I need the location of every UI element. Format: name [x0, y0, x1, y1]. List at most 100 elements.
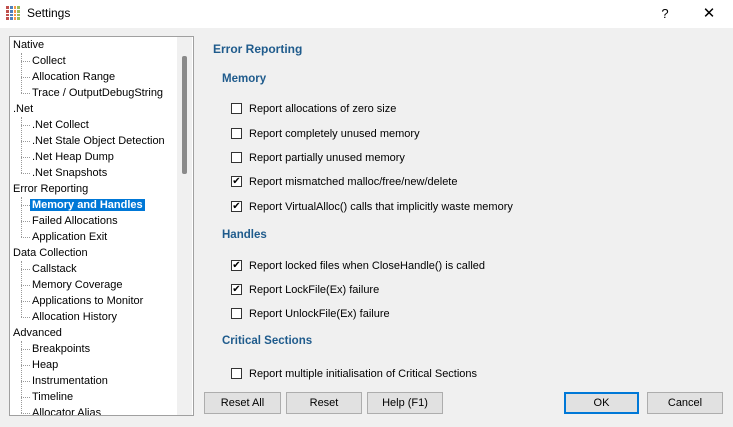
tree-connector — [21, 381, 30, 382]
tree-item[interactable]: Trace / OutputDebugString — [32, 85, 163, 101]
window-title: Settings — [27, 6, 71, 20]
tree-connector — [21, 261, 22, 317]
checkbox-checked[interactable]: ✔ — [231, 284, 242, 295]
section-heading: Handles — [222, 229, 267, 241]
tree-item[interactable]: Instrumentation — [32, 373, 108, 389]
tree-item[interactable]: .Net Stale Object Detection — [32, 133, 165, 149]
cancel-button[interactable]: Cancel — [647, 392, 723, 414]
reset-button[interactable]: Reset — [286, 392, 362, 414]
tree-item-label: Allocation History — [32, 311, 117, 323]
help-button[interactable]: Help (F1) — [367, 392, 443, 414]
tree-item[interactable]: Allocation Range — [32, 69, 115, 85]
tree-connector — [21, 125, 30, 126]
help-icon[interactable]: ? — [655, 4, 675, 24]
tree-item[interactable]: Memory and Handles — [30, 197, 145, 213]
scrollbar-thumb[interactable] — [182, 56, 187, 174]
tree-item[interactable]: Timeline — [32, 389, 73, 405]
panel-title: Error Reporting — [213, 42, 303, 56]
tree-connector — [21, 157, 30, 158]
tree-connector — [21, 269, 30, 270]
reset-all-button[interactable]: Reset All — [204, 392, 281, 414]
tree-item[interactable]: Application Exit — [32, 229, 107, 245]
tree-connector — [21, 413, 30, 414]
option-label: Report multiple initialisation of Critic… — [249, 368, 478, 380]
tree-item[interactable]: Memory Coverage — [32, 277, 122, 293]
tree-connector — [21, 205, 30, 206]
tree-node[interactable]: Data Collection — [13, 245, 88, 261]
tree-connector — [21, 397, 30, 398]
tree-item-label: Breakpoints — [32, 343, 91, 355]
tree-connector — [21, 341, 22, 413]
tree-node[interactable]: .Net — [13, 101, 33, 117]
tree-connector — [21, 61, 30, 62]
tree-connector — [21, 141, 30, 142]
tree-item[interactable]: Collect — [32, 53, 66, 69]
checkbox-unchecked[interactable] — [231, 152, 242, 163]
tree-item-label: Timeline — [32, 391, 74, 403]
tree-item-label: Memory Coverage — [32, 279, 123, 291]
tree-item-label: Trace / OutputDebugString — [32, 87, 164, 99]
tree-item[interactable]: Callstack — [32, 261, 77, 277]
tree-item-label: Memory and Handles — [30, 199, 145, 211]
option-label: Report VirtualAlloc() calls that implici… — [249, 201, 513, 213]
section-heading: Critical Sections — [222, 335, 313, 347]
option-label: Report mismatched malloc/free/new/delete — [249, 176, 458, 188]
tree-node[interactable]: Error Reporting — [13, 181, 88, 197]
tree-item[interactable]: .Net Collect — [32, 117, 89, 133]
tree-item[interactable]: .Net Heap Dump — [32, 149, 114, 165]
tree-node[interactable]: Native — [13, 37, 44, 53]
tree-connector — [21, 173, 30, 174]
tree-connector — [21, 237, 30, 238]
tree-item-label: .Net Snapshots — [32, 167, 108, 179]
option-label: Report completely unused memory — [249, 128, 420, 140]
tree-scrollbar[interactable] — [177, 37, 192, 415]
tree-item[interactable]: Allocator Alias — [32, 405, 102, 416]
tree-node[interactable]: Advanced — [13, 325, 62, 341]
section-heading: Memory — [222, 73, 267, 85]
tree-item[interactable]: Allocation History — [32, 309, 117, 325]
checkbox-checked[interactable]: ✔ — [231, 260, 242, 271]
tree-item-label: .Net Stale Object Detection — [32, 135, 165, 147]
tree-item[interactable]: Failed Allocations — [32, 213, 118, 229]
settings-tree[interactable]: Native Collect Allocation Range Trace / Out… — [9, 36, 194, 416]
tree-item-label: Application Exit — [32, 231, 108, 243]
checkbox-unchecked[interactable] — [231, 308, 242, 319]
checkbox-checked[interactable]: ✔ — [231, 201, 242, 212]
tree-item[interactable]: Heap — [32, 357, 58, 373]
tree-item-label: .Net Collect — [32, 119, 89, 131]
tree-connector — [21, 301, 30, 302]
tree-connector — [21, 93, 30, 94]
tree-connector — [21, 117, 22, 173]
checkbox-unchecked[interactable] — [231, 103, 242, 114]
option-label: Report allocations of zero size — [249, 103, 397, 115]
tree-connector — [21, 197, 22, 237]
tree-item[interactable]: .Net Snapshots — [32, 165, 107, 181]
tree-item-label: Allocator Alias — [32, 407, 102, 416]
tree-item[interactable]: Breakpoints — [32, 341, 90, 357]
tree-item-label: .Net Heap Dump — [32, 151, 114, 163]
tree-item-label: Allocation Range — [32, 71, 116, 83]
title-bar: Settings ? ✕ — [0, 0, 733, 28]
tree-connector — [21, 349, 30, 350]
tree-connector — [21, 221, 30, 222]
tree-connector — [21, 365, 30, 366]
option-label: Report LockFile(Ex) failure — [249, 284, 380, 296]
checkbox-unchecked[interactable] — [231, 128, 242, 139]
tree-item-label: Heap — [32, 359, 59, 371]
tree-item-label: Collect — [32, 55, 66, 67]
option-label: Report UnlockFile(Ex) failure — [249, 308, 390, 320]
app-grid-icon — [6, 6, 20, 20]
tree-item-label: Callstack — [32, 263, 77, 275]
tree-item[interactable]: Applications to Monitor — [32, 293, 143, 309]
close-icon[interactable]: ✕ — [698, 3, 720, 25]
tree-connector — [21, 317, 30, 318]
tree-connector — [21, 285, 30, 286]
option-label: Report partially unused memory — [249, 152, 405, 164]
option-label: Report locked files when CloseHandle() i… — [249, 260, 486, 272]
tree-connector — [21, 77, 30, 78]
checkbox-checked[interactable]: ✔ — [231, 176, 242, 187]
ok-button[interactable]: OK — [564, 392, 639, 414]
checkbox-unchecked[interactable] — [231, 368, 242, 379]
tree-connector — [21, 53, 22, 93]
tree-item-label: Instrumentation — [32, 375, 108, 387]
